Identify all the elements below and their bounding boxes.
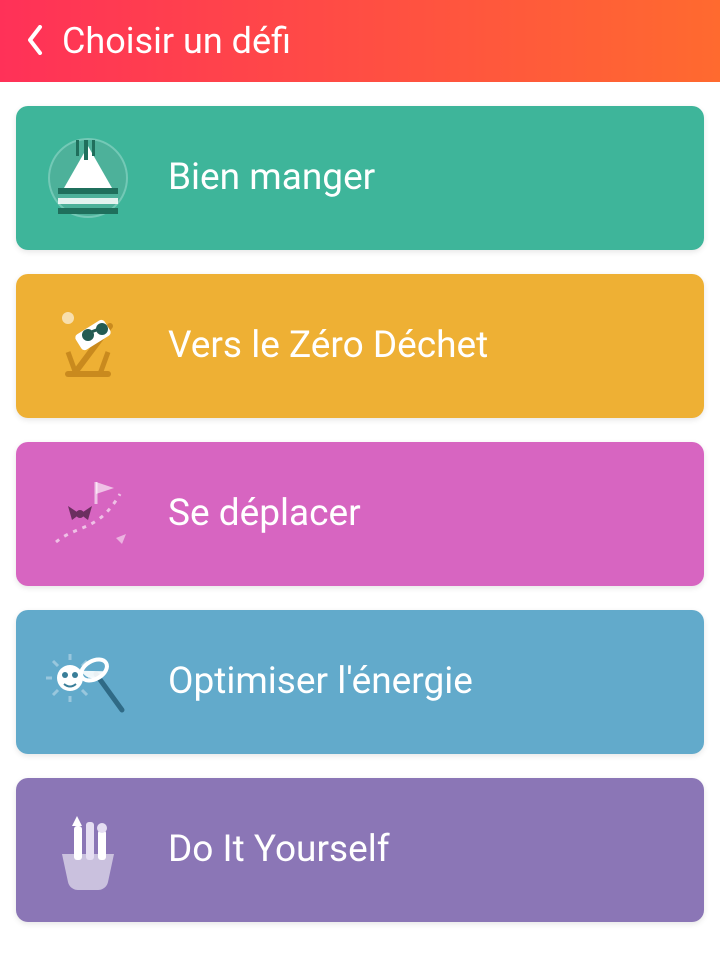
food-plate-icon [38,128,138,228]
category-card-zero-dechet[interactable]: Vers le Zéro Déchet [16,274,704,418]
header-bar: Choisir un défi [0,0,720,82]
category-card-diy[interactable]: Do It Yourself [16,778,704,922]
route-flags-icon [38,464,138,564]
back-button[interactable] [14,20,56,62]
category-card-bien-manger[interactable]: Bien manger [16,106,704,250]
category-label: Se déplacer [168,492,361,536]
tool-basket-icon [38,800,138,900]
category-card-optimiser-energie[interactable]: Optimiser l'énergie [16,610,704,754]
category-list: Bien manger Vers le Zéro Déchet [0,82,720,922]
beach-chair-icon [38,296,138,396]
category-label: Optimiser l'énergie [168,660,473,704]
chevron-left-icon [26,25,44,58]
net-sun-icon [38,632,138,732]
category-card-se-deplacer[interactable]: Se déplacer [16,442,704,586]
category-label: Bien manger [168,156,375,200]
category-label: Do It Yourself [168,828,390,872]
page-title: Choisir un défi [62,20,291,62]
category-label: Vers le Zéro Déchet [168,324,488,368]
